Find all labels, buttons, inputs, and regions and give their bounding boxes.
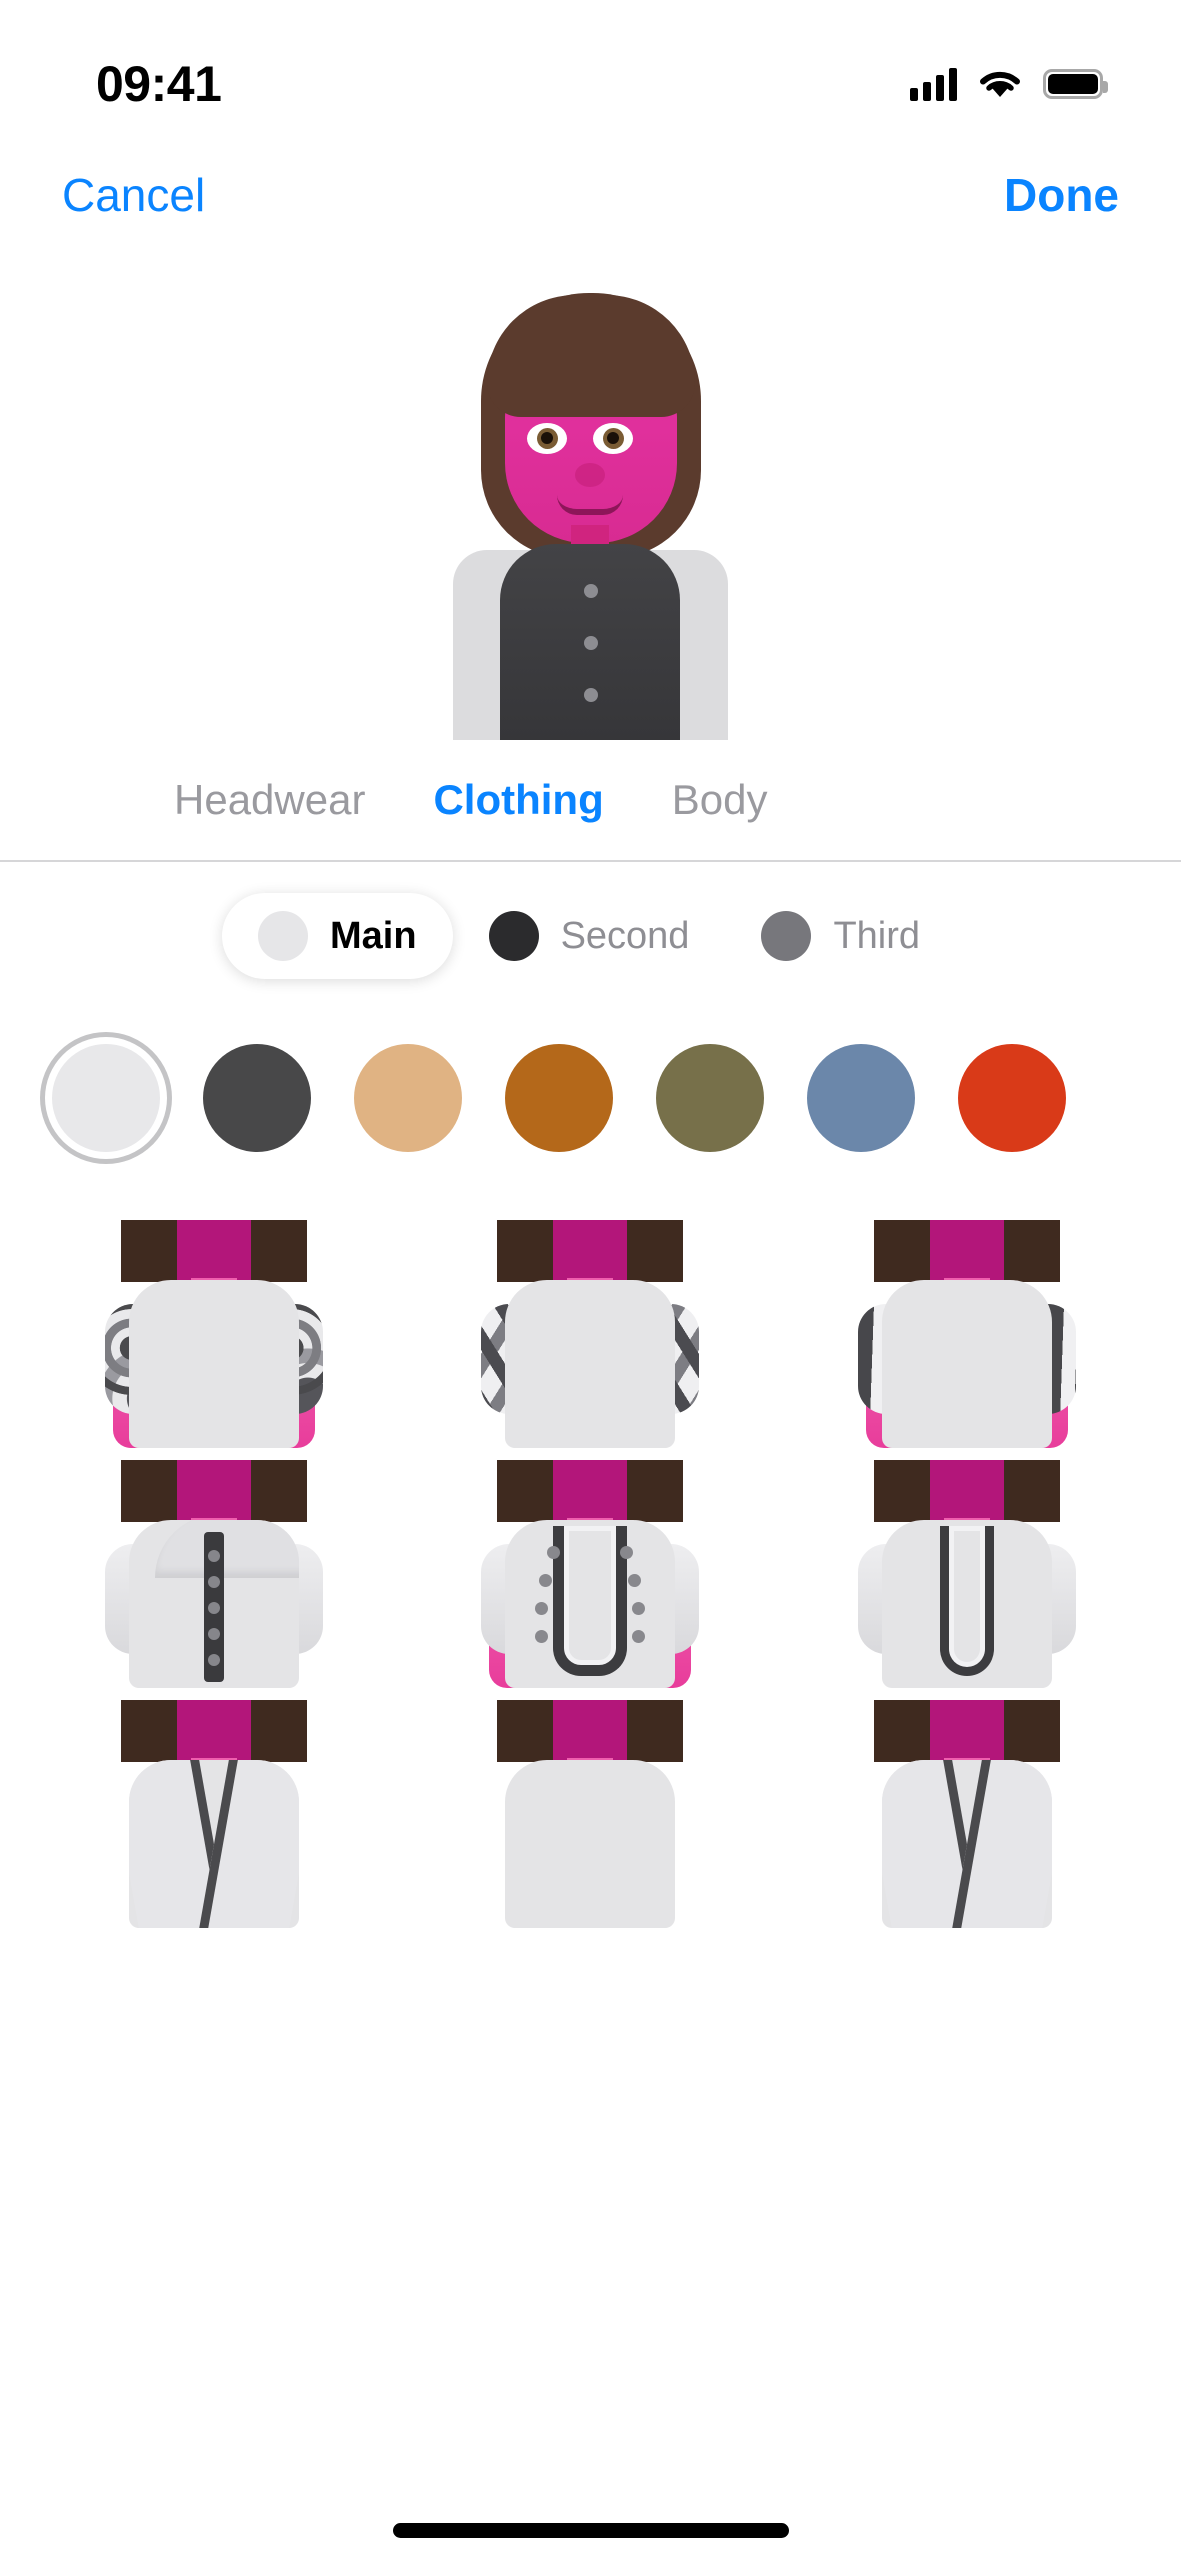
- thumb-garment: [505, 1280, 676, 1448]
- clothing-item-wrap-robe-right[interactable]: [779, 1688, 1155, 1928]
- color-swatch-white[interactable]: [30, 1044, 181, 1152]
- layer-color-dot: [488, 911, 539, 961]
- thumb-placket: [939, 1526, 994, 1676]
- eye-left: [527, 423, 567, 454]
- layer-label: Second: [560, 914, 690, 957]
- layer-picker: Main Second Third: [0, 862, 1181, 1010]
- vest-button: [584, 636, 598, 650]
- navigation-bar: Cancel Done: [0, 150, 1181, 240]
- vest-button: [584, 688, 598, 702]
- status-bar-indicators: [910, 67, 1108, 101]
- status-bar: 09:41: [0, 0, 1181, 150]
- clothing-item-lattice-print-top[interactable]: [402, 1208, 778, 1448]
- thumb-hair-left: [873, 1220, 938, 1282]
- clothing-item-zip-hoodie[interactable]: [26, 1448, 402, 1688]
- fringe: [487, 295, 695, 417]
- thumb-garment: [505, 1760, 676, 1928]
- thumb-garment: [129, 1760, 300, 1928]
- avatar-carousel[interactable]: [0, 240, 1181, 740]
- thumb-hair-left: [121, 1220, 186, 1282]
- cancel-button[interactable]: Cancel: [62, 168, 205, 222]
- clothing-grid: [0, 1208, 1181, 1928]
- tab-body[interactable]: Body: [638, 776, 802, 824]
- tab-clothing[interactable]: Clothing: [399, 776, 637, 824]
- nose: [575, 463, 605, 487]
- battery-icon: [1043, 69, 1108, 99]
- thumb-hair-left: [497, 1700, 562, 1762]
- memoji-avatar-preview[interactable]: [453, 285, 728, 740]
- vest-button: [584, 584, 598, 598]
- color-swatch-olive[interactable]: [634, 1044, 785, 1152]
- color-swatch-steel-blue[interactable]: [785, 1044, 936, 1152]
- thumb-studs: [505, 1520, 675, 1688]
- color-swatch-charcoal[interactable]: [181, 1044, 332, 1152]
- status-bar-time: 09:41: [96, 56, 222, 112]
- color-swatch-tan[interactable]: [332, 1044, 483, 1152]
- cellular-signal-icon: [910, 67, 957, 101]
- eye-right: [593, 423, 633, 454]
- color-swatch-row[interactable]: [0, 1010, 1181, 1186]
- thumb-garment: [881, 1520, 1052, 1688]
- mouth: [557, 495, 623, 515]
- layer-option-third[interactable]: Third: [725, 893, 956, 979]
- thumb-hair-left: [121, 1700, 186, 1762]
- thumb-hair-right: [619, 1220, 684, 1282]
- done-button[interactable]: Done: [1004, 168, 1119, 222]
- color-swatch-rust[interactable]: [483, 1044, 634, 1152]
- thumb-garment: [129, 1520, 300, 1688]
- thumb-hair-right: [619, 1460, 684, 1522]
- layer-option-main[interactable]: Main: [222, 893, 453, 979]
- wifi-icon: [980, 71, 1020, 97]
- layer-color-dot: [761, 911, 812, 961]
- thumb-hair-left: [497, 1220, 562, 1282]
- clothing-item-wrap-robe-center[interactable]: [402, 1688, 778, 1928]
- layer-color-dot: [258, 911, 308, 961]
- thumb-hair-right: [995, 1220, 1060, 1282]
- thumb-hair-right: [243, 1700, 308, 1762]
- clothing-item-wrap-robe-left[interactable]: [26, 1688, 402, 1928]
- clothing-item-vertical-stripe-top[interactable]: [779, 1208, 1155, 1448]
- layer-option-second[interactable]: Second: [453, 893, 726, 979]
- thumb-hair-left: [873, 1460, 938, 1522]
- tab-headwear[interactable]: Headwear: [140, 776, 399, 824]
- clothing-item-kurta-placket-tunic[interactable]: [779, 1448, 1155, 1688]
- thumb-hair-right: [995, 1700, 1060, 1762]
- layer-label: Main: [330, 914, 417, 957]
- layer-label: Third: [833, 914, 921, 957]
- thumb-hair-left: [121, 1460, 186, 1522]
- thumb-zipper: [204, 1532, 225, 1682]
- color-swatch-red[interactable]: [936, 1044, 1087, 1152]
- clothing-item-embroidered-tunic[interactable]: [402, 1448, 778, 1688]
- thumb-hood: [155, 1520, 300, 1578]
- thumb-hair-left: [497, 1460, 562, 1522]
- category-tab-bar: Headwear Clothing Body: [0, 740, 1181, 860]
- thumb-hair-left: [873, 1700, 938, 1762]
- thumb-hair-right: [243, 1460, 308, 1522]
- thumb-garment: [129, 1280, 300, 1448]
- thumb-hair-right: [619, 1700, 684, 1762]
- thumb-garment: [881, 1280, 1052, 1448]
- thumb-hair-right: [243, 1220, 308, 1282]
- thumb-garment: [505, 1520, 676, 1688]
- clothing-item-swirl-print-dress[interactable]: [26, 1208, 402, 1448]
- thumb-hair-right: [995, 1460, 1060, 1522]
- home-indicator[interactable]: [392, 2523, 789, 2538]
- thumb-garment: [881, 1760, 1052, 1928]
